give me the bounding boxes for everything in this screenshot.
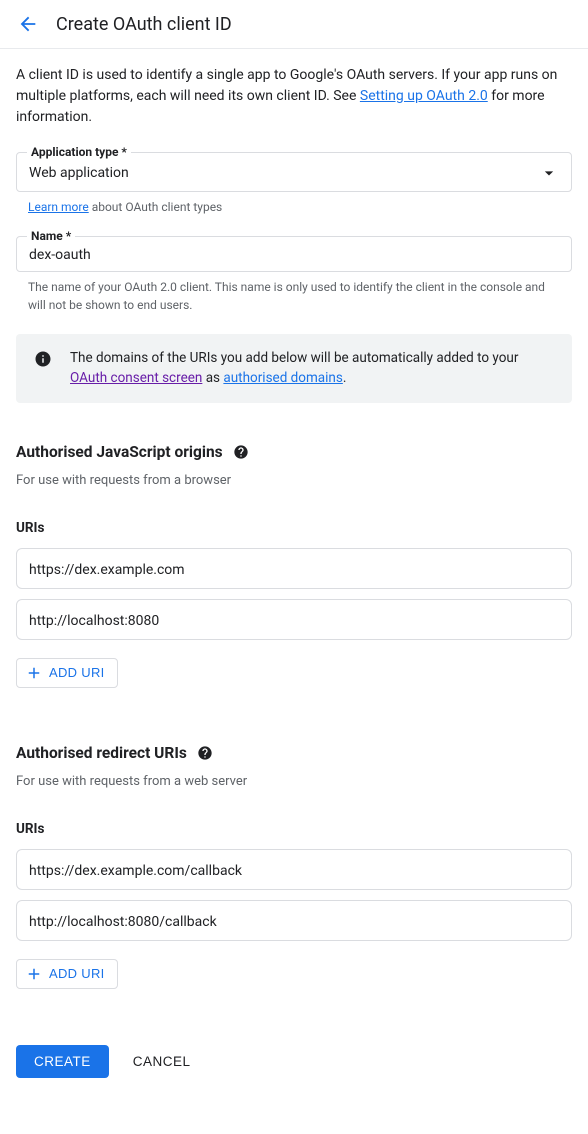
page-title: Create OAuth client ID [56, 14, 232, 35]
redirect-uris-heading: Authorised redirect URIs [16, 744, 187, 762]
app-type-helper-text: about OAuth client types [89, 200, 223, 214]
page-header: Create OAuth client ID [0, 0, 588, 49]
authorised-domains-link[interactable]: authorised domains [223, 370, 342, 386]
footer-buttons: CREATE CANCEL [16, 1045, 572, 1078]
redirect-uris-sub: For use with requests from a web server [16, 774, 572, 789]
add-js-origin-button[interactable]: ADD URI [16, 658, 118, 688]
js-origins-section: Authorised JavaScript origins For use wi… [16, 443, 572, 688]
redirect-uri-input[interactable] [29, 863, 559, 879]
info-text-mid: as [202, 370, 223, 386]
js-origin-uri-input[interactable] [29, 613, 559, 629]
js-origins-heading: Authorised JavaScript origins [16, 443, 223, 461]
intro-text: A client ID is used to identify a single… [16, 65, 572, 128]
js-origins-sub: For use with requests from a browser [16, 473, 572, 488]
create-button[interactable]: CREATE [16, 1045, 109, 1078]
application-type-select[interactable]: Application type * Web application [16, 152, 572, 192]
add-uri-label: ADD URI [49, 966, 105, 981]
info-text-after: . [343, 370, 347, 386]
application-type-helper: Learn more about OAuth client types [16, 198, 572, 216]
redirect-uris-label: URIs [16, 821, 572, 837]
plus-icon [25, 664, 43, 682]
js-origin-uri-field [16, 548, 572, 589]
back-arrow-icon[interactable] [16, 12, 40, 36]
plus-icon [25, 965, 43, 983]
js-origins-uris-label: URIs [16, 520, 572, 536]
name-input[interactable] [29, 243, 559, 265]
add-redirect-uri-button[interactable]: ADD URI [16, 959, 118, 989]
application-type-value: Web application [29, 165, 129, 181]
redirect-uris-section: Authorised redirect URIs For use with re… [16, 744, 572, 989]
help-icon[interactable] [233, 444, 249, 460]
cancel-button[interactable]: CANCEL [133, 1054, 191, 1069]
add-uri-label: ADD URI [49, 665, 105, 680]
chevron-down-icon [539, 163, 559, 183]
redirect-uri-input[interactable] [29, 914, 559, 930]
help-icon[interactable] [197, 745, 213, 761]
consent-screen-link[interactable]: OAuth consent screen [70, 370, 202, 386]
info-box: The domains of the URIs you add below wi… [16, 334, 572, 403]
learn-more-link[interactable]: Learn more [28, 200, 89, 214]
redirect-uri-field [16, 900, 572, 941]
name-label: Name * [27, 229, 75, 243]
name-field-container: Name * [16, 236, 572, 272]
application-type-label: Application type * [27, 145, 131, 159]
info-text-before: The domains of the URIs you add below wi… [70, 350, 518, 366]
name-helper: The name of your OAuth 2.0 client. This … [16, 278, 572, 314]
js-origin-uri-input[interactable] [29, 562, 559, 578]
setup-oauth-link[interactable]: Setting up OAuth 2.0 [360, 88, 488, 104]
js-origin-uri-field [16, 599, 572, 640]
info-icon [34, 350, 52, 368]
redirect-uri-field [16, 849, 572, 890]
